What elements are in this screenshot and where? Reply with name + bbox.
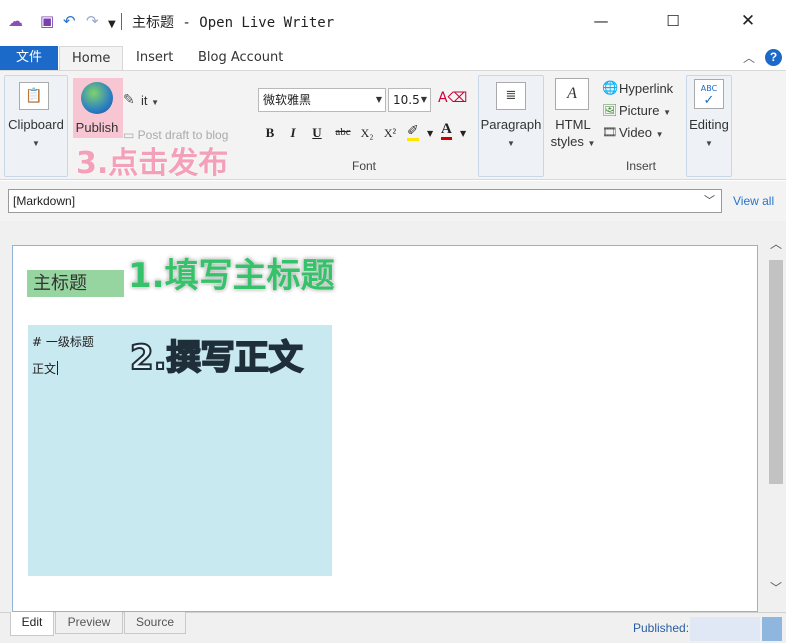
edit-label: it — [141, 93, 148, 108]
editing-group: ABC ✓ Editing ▼ — [686, 75, 732, 177]
strikethrough-button[interactable]: abc — [332, 126, 354, 138]
video-button[interactable]: Video ▼ — [619, 125, 664, 140]
redo-icon[interactable]: ↷ — [86, 12, 99, 30]
clipboard-group: 📋 Clipboard ▼ — [4, 75, 68, 177]
video-label: Video — [619, 125, 653, 140]
highlight-dropdown-icon[interactable]: ▼ — [427, 129, 433, 138]
scroll-up-icon[interactable]: ︿ — [766, 234, 786, 254]
category-bar: [Markdown] ﹀ View all — [0, 181, 786, 221]
help-icon[interactable]: ? — [765, 49, 782, 66]
editing-button[interactable]: Editing ▼ — [687, 116, 731, 152]
published-status-value — [690, 617, 760, 641]
tab-preview[interactable]: Preview — [55, 612, 123, 634]
tab-edit[interactable]: Edit — [10, 612, 54, 636]
clipboard-icon: 📋 — [19, 82, 49, 110]
scroll-down-icon[interactable]: ﹀ — [766, 578, 786, 598]
font-size-value: 10.5 — [393, 93, 420, 107]
category-value: [Markdown] — [13, 194, 76, 208]
editor-scrollbar[interactable]: ︿ ﹀ — [766, 232, 786, 612]
highlight-icon[interactable]: ✐ — [407, 124, 419, 141]
picture-label: Picture — [619, 103, 660, 118]
edit-icon: ✎ — [123, 92, 135, 108]
scroll-thumb[interactable] — [769, 260, 783, 484]
html-styles-button[interactable]: HTML styles ▼ — [547, 116, 599, 152]
body-heading-line: # 一级标题 — [32, 335, 94, 349]
clipboard-label: Clipboard — [8, 117, 64, 132]
font-name-value: 微软雅黑 — [263, 93, 312, 107]
window-title: 主标题 - Open Live Writer — [132, 15, 335, 31]
tab-blog-account[interactable]: Blog Account — [186, 46, 295, 70]
body-text: 正文 — [32, 362, 57, 376]
tab-file[interactable]: 文件 — [0, 46, 58, 70]
bold-button[interactable]: B — [261, 125, 279, 141]
superscript-button[interactable]: X² — [380, 126, 400, 141]
font-color-dropdown-icon[interactable]: ▼ — [460, 129, 466, 138]
picture-button[interactable]: Picture ▼ — [619, 103, 671, 118]
clear-format-icon[interactable]: A⌫ — [438, 90, 467, 106]
tab-source[interactable]: Source — [124, 612, 186, 634]
font-color-icon[interactable]: A — [441, 122, 452, 140]
hyperlink-icon: 🌐 — [602, 81, 619, 96]
sync-icon[interactable]: ☁ — [8, 12, 23, 30]
globe-icon — [81, 82, 113, 114]
minimize-icon[interactable]: — — [578, 6, 624, 36]
save-icon[interactable]: ▣ — [40, 12, 54, 30]
quick-access-separator — [121, 13, 122, 30]
tab-home[interactable]: Home — [59, 46, 124, 70]
paragraph-icon: ≣ — [496, 82, 526, 110]
category-select[interactable]: [Markdown] ﹀ — [8, 189, 722, 213]
body-text-line: 正文 — [32, 360, 59, 377]
html-styles-icon: A — [555, 78, 589, 110]
picture-icon: 🖼 — [602, 103, 618, 117]
clipboard-button[interactable]: Clipboard ▼ — [5, 116, 67, 152]
italic-button[interactable]: I — [284, 125, 302, 141]
text-cursor — [57, 361, 59, 375]
subscript-button[interactable]: X₂ — [357, 126, 377, 141]
html-styles-label-2: styles — [550, 134, 584, 149]
close-icon[interactable]: ✕ — [725, 6, 771, 36]
status-indicator — [762, 617, 782, 641]
spellcheck-icon: ABC ✓ — [694, 79, 724, 109]
font-size-select[interactable]: 10.5 ▼ — [388, 88, 431, 112]
edit-dropdown[interactable]: it ▼ — [141, 93, 159, 108]
tab-insert[interactable]: Insert — [124, 46, 185, 70]
published-status-label: Published: — [633, 621, 690, 635]
publish-label: Publish — [75, 120, 119, 135]
view-all-link[interactable]: View all — [733, 194, 774, 208]
font-name-select[interactable]: 微软雅黑 ▼ — [258, 88, 386, 112]
post-title-field[interactable]: 主标题 — [27, 270, 124, 297]
editing-label: Editing — [689, 117, 729, 132]
html-styles-label-1: HTML — [555, 117, 591, 132]
undo-icon[interactable]: ↶ — [63, 12, 76, 30]
customize-icon[interactable]: ▼ — [108, 16, 116, 34]
underline-button[interactable]: U — [308, 125, 326, 141]
title-bar: ☁ ▣ ↶ ↷ ▼ 主标题 - Open Live Writer — ☐ ✕ — [0, 0, 786, 44]
bottom-bar: Edit Preview Source Published: — [0, 612, 786, 643]
hyperlink-button[interactable]: Hyperlink — [619, 81, 673, 96]
font-group-label: Font — [351, 159, 376, 173]
ribbon-tabs: 文件 Home Insert Blog Account ︿ ? — [0, 44, 786, 70]
maximize-icon[interactable]: ☐ — [650, 6, 696, 36]
collapse-ribbon-icon[interactable]: ︿ — [743, 49, 755, 66]
insert-group: A HTML styles ▼ 🌐 Hyperlink 🖼 Picture ▼ 🎞… — [546, 75, 684, 177]
annotation-step-3: 3.点击发布 — [76, 146, 229, 181]
paragraph-button[interactable]: Paragraph ▼ — [479, 116, 543, 152]
annotation-step-1: 1.填写主标题 — [128, 256, 335, 296]
chevron-down-icon: ﹀ — [704, 195, 715, 207]
insert-group-label: Insert — [625, 159, 656, 173]
annotation-step-2: 2.撰写正文 — [129, 337, 304, 379]
paragraph-label: Paragraph — [480, 117, 542, 132]
video-icon: 🎞 — [602, 125, 618, 139]
paragraph-group: ≣ Paragraph ▼ — [478, 75, 544, 177]
